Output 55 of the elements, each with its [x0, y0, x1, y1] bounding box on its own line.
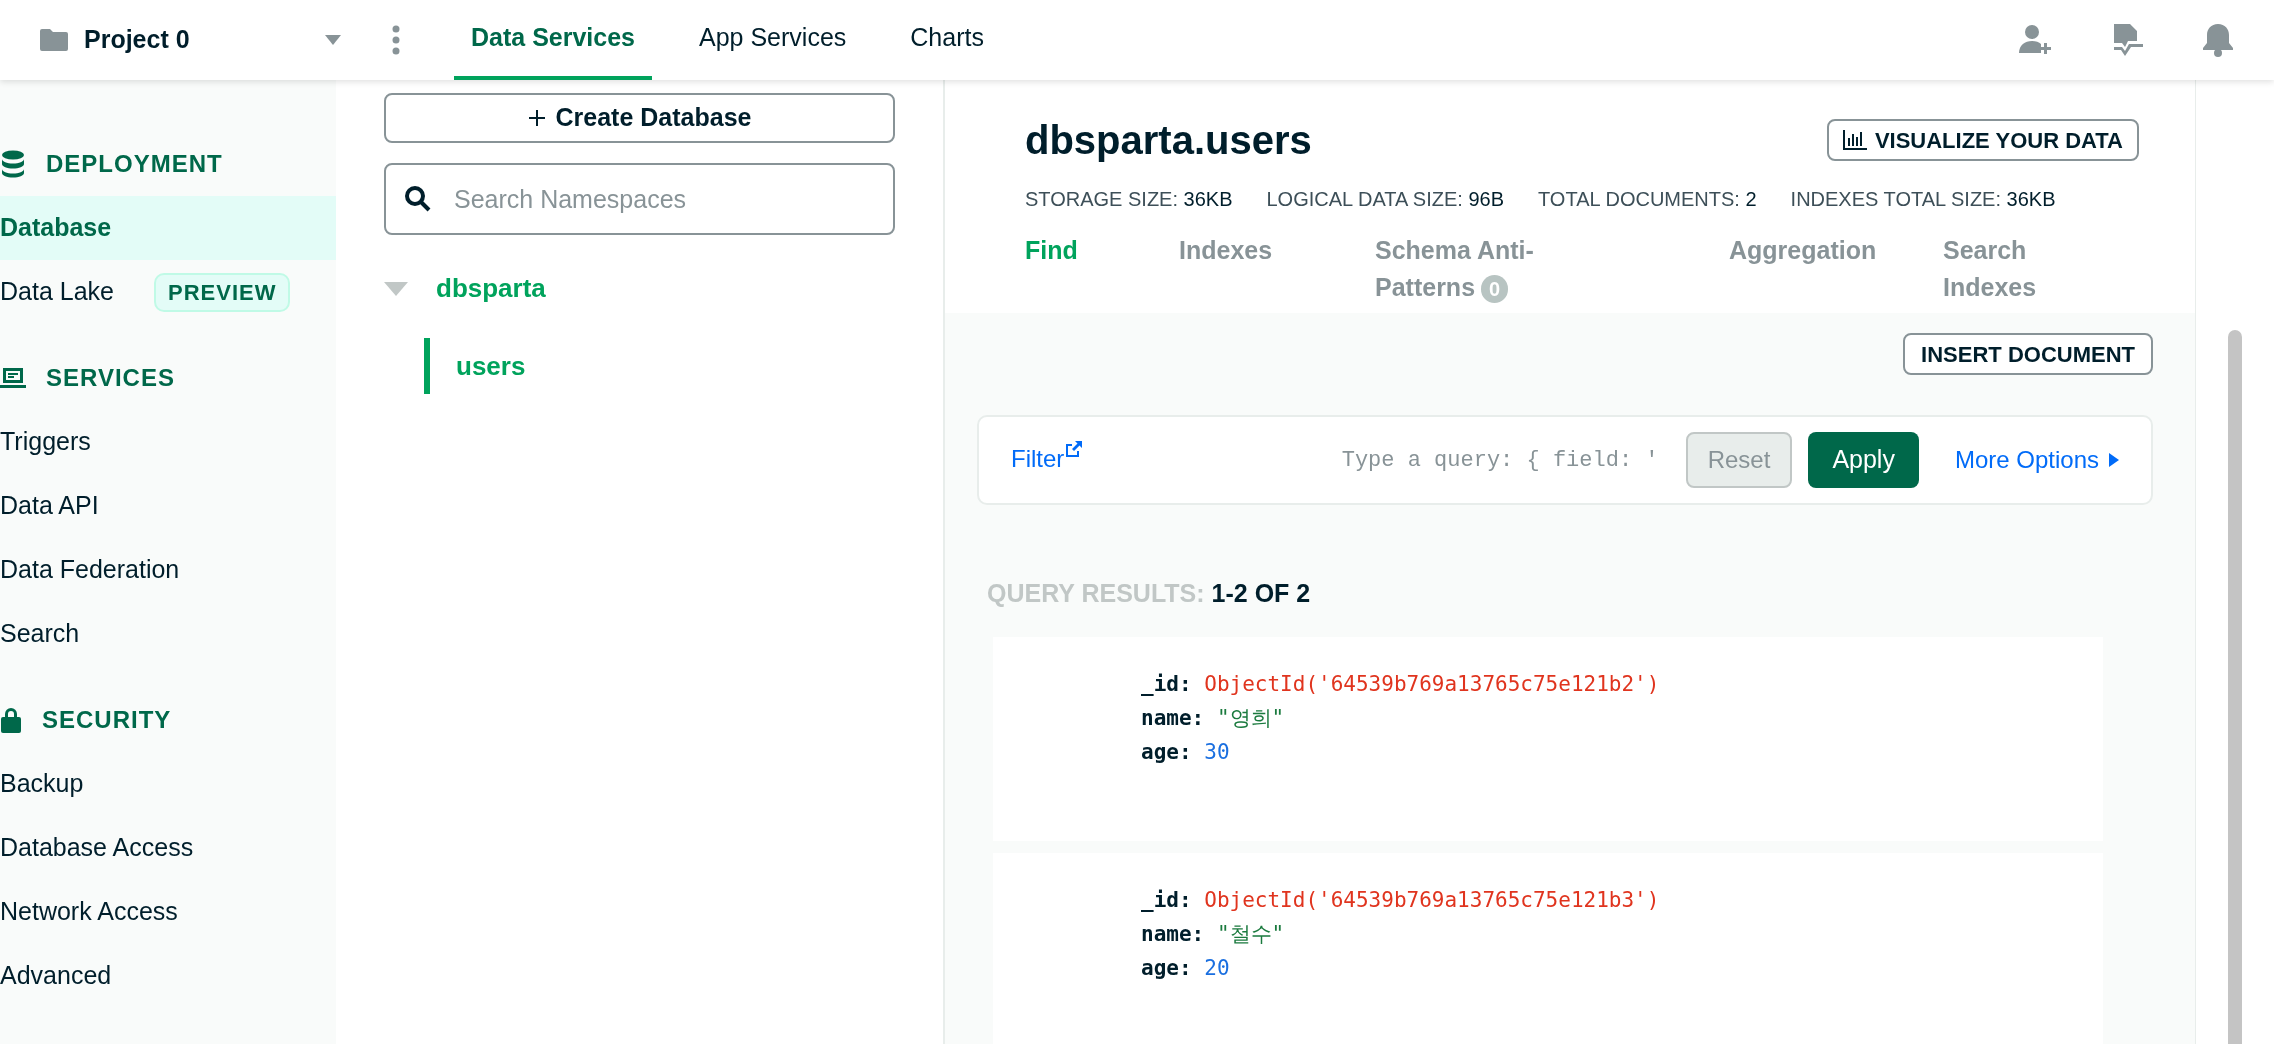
- sidebar-item[interactable]: Backup: [0, 752, 336, 816]
- document-field: age: 20: [1141, 950, 2103, 985]
- sidebar-item[interactable]: Triggers: [0, 410, 336, 474]
- nav-tab[interactable]: Data Services: [454, 0, 652, 80]
- plus-icon: [527, 109, 546, 127]
- more-options-button[interactable]: More Options: [1954, 442, 2119, 478]
- sidebar-item[interactable]: Advanced: [0, 944, 336, 1008]
- kebab-menu-icon[interactable]: [392, 25, 400, 55]
- bell-icon[interactable]: [2202, 23, 2234, 57]
- project-name[interactable]: Project 0: [84, 21, 324, 59]
- document-field: name: "철수": [1141, 916, 2103, 951]
- sidebar-item[interactable]: Data Lake PREVIEW: [0, 260, 336, 324]
- insert-document-button[interactable]: INSERT DOCUMENT: [1903, 333, 2153, 375]
- external-link-icon: [1066, 441, 1083, 457]
- create-database-button[interactable]: Create Database: [384, 93, 895, 143]
- bar-chart-icon: [1842, 130, 1867, 150]
- database-icon: [0, 150, 26, 178]
- query-input[interactable]: Type a query: { field: ': [1341, 443, 1672, 477]
- sidebar-item[interactable]: Database Access: [0, 816, 336, 880]
- filter-link[interactable]: Filter: [1011, 441, 1083, 477]
- results-label: QUERY RESULTS:: [987, 579, 1205, 607]
- nav-tab[interactable]: App Services: [682, 0, 864, 80]
- section-heading: DEPLOYMENT: [46, 149, 223, 179]
- search-field[interactable]: Search Namespaces: [384, 163, 895, 235]
- preview-badge: PREVIEW: [153, 272, 291, 312]
- document-field: name: "영희": [1141, 700, 2103, 735]
- caret-down-icon[interactable]: [384, 281, 408, 296]
- visualize-button[interactable]: VISUALIZE YOUR DATA: [1826, 119, 2139, 161]
- results-count: 1-2 OF 2: [1211, 579, 1311, 607]
- collection-title: dbsparta.users: [1025, 117, 1312, 164]
- caret-right-icon: [2109, 453, 2119, 467]
- sidebar-item[interactable]: Data Federation: [0, 538, 336, 602]
- document-field: _id: ObjectId('64539b769a13765c75e121b3'): [1141, 882, 2103, 917]
- scrollbar-thumb[interactable]: [2228, 330, 2242, 1044]
- section-heading: SERVICES: [46, 363, 175, 393]
- apply-button[interactable]: Apply: [1808, 432, 1919, 488]
- section-heading: SECURITY: [42, 705, 172, 735]
- count-badge: 0: [1481, 275, 1509, 303]
- stat-text: STORAGE SIZE: 36KB: [1025, 187, 1233, 212]
- caret-down-icon[interactable]: [324, 34, 342, 46]
- document-field: _id: ObjectId('64539b769a13765c75e121b2'): [1141, 666, 2103, 701]
- lock-icon: [0, 706, 22, 734]
- stat-text: LOGICAL DATA SIZE: 96B: [1266, 187, 1504, 212]
- nav-tab[interactable]: Charts: [893, 0, 1001, 80]
- sidebar-item[interactable]: Data API: [0, 474, 336, 538]
- sidebar-item[interactable]: Network Access: [0, 880, 336, 944]
- document-field: age: 30: [1141, 734, 2103, 769]
- stat-text: INDEXES TOTAL SIZE: 36KB: [1790, 187, 2056, 212]
- laptop-icon: [0, 366, 26, 390]
- sidebar-item[interactable]: Database: [0, 196, 336, 260]
- add-user-icon[interactable]: [2018, 23, 2052, 57]
- search-icon: [404, 185, 432, 213]
- stat-text: TOTAL DOCUMENTS: 2: [1538, 187, 1757, 212]
- folder-icon: [40, 28, 68, 52]
- sidebar-item[interactable]: Search: [0, 602, 336, 666]
